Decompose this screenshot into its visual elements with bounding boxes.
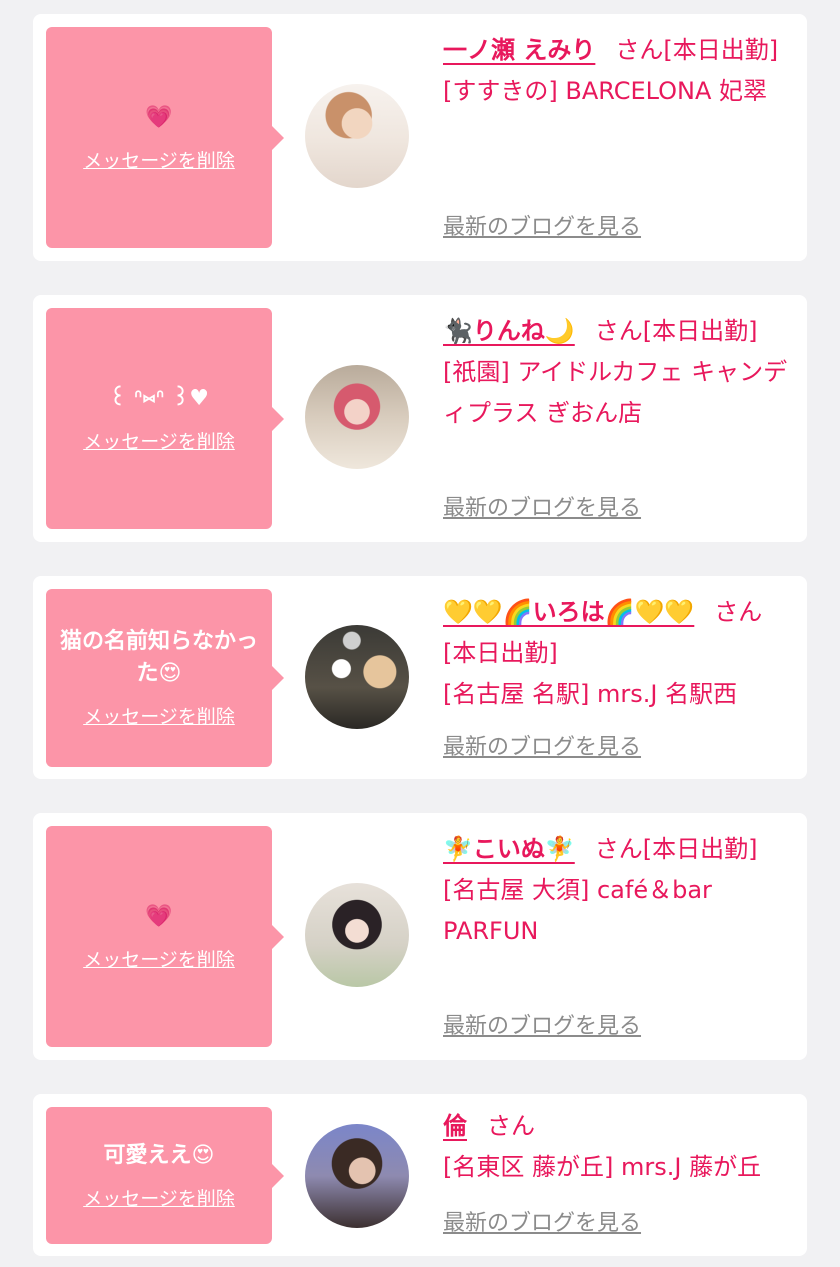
honorific: さん bbox=[714, 598, 763, 626]
message-card: 猫の名前知らなかった😍 メッセージを削除 💛💛🌈いろは🌈💛💛 さん [本日出勤] [… bbox=[33, 576, 807, 779]
latest-blog-link[interactable]: 最新のブログを見る bbox=[443, 1012, 641, 1042]
status-text: [本日出勤] bbox=[443, 639, 558, 667]
avatar[interactable] bbox=[305, 365, 409, 469]
message-card: 💗 メッセージを削除 一ノ瀬 えみり さん[本日出勤] [すすきの] BARCEL… bbox=[33, 14, 807, 261]
message-bubble: 猫の名前知らなかった😍 メッセージを削除 bbox=[46, 589, 284, 767]
message-text: 💗 bbox=[145, 104, 173, 130]
shop-text: [すすきの] BARCELONA 妃翠 bbox=[443, 77, 768, 105]
honorific: さん bbox=[615, 36, 664, 64]
status-text: [本日出勤] bbox=[642, 317, 758, 345]
latest-blog-link[interactable]: 最新のブログを見る bbox=[443, 733, 641, 763]
avatar[interactable] bbox=[305, 84, 409, 188]
profile-info: 一ノ瀬 えみり さん[本日出勤] [すすきの] BARCELONA 妃翠 bbox=[443, 30, 793, 112]
message-text: 💗 bbox=[145, 903, 173, 929]
avatar[interactable] bbox=[305, 883, 409, 987]
message-bubble: 可愛ええ😍 メッセージを削除 bbox=[46, 1107, 284, 1244]
honorific: さん bbox=[594, 317, 643, 345]
girl-name-link[interactable]: 🐈‍⬛りんね🌙 bbox=[443, 317, 575, 345]
status-text: [本日出勤] bbox=[663, 36, 779, 64]
profile-info: 🧚こいぬ🧚 さん[本日出勤] [名古屋 大須] café＆bar PARFUN bbox=[443, 829, 793, 952]
delete-message-link[interactable]: メッセージを削除 bbox=[83, 429, 235, 455]
message-bubble: 💗 メッセージを削除 bbox=[46, 826, 284, 1047]
shop-text: [祇園] アイドルカフェ キャンディプラス ぎおん店 bbox=[443, 358, 788, 427]
honorific: さん bbox=[594, 835, 643, 863]
honorific: さん bbox=[487, 1112, 535, 1140]
delete-message-link[interactable]: メッセージを削除 bbox=[83, 947, 235, 973]
message-card: 可愛ええ😍 メッセージを削除 倫さん [名東区 藤が丘] mrs.J 藤が丘 最… bbox=[33, 1094, 807, 1256]
girl-name-link[interactable]: 💛💛🌈いろは🌈💛💛 bbox=[443, 598, 694, 626]
profile-info: 💛💛🌈いろは🌈💛💛 さん [本日出勤] [名古屋 名駅] mrs.J 名駅西 bbox=[443, 592, 793, 715]
latest-blog-link[interactable]: 最新のブログを見る bbox=[443, 213, 641, 243]
shop-text: [名古屋 大須] café＆bar PARFUN bbox=[443, 876, 712, 945]
latest-blog-link[interactable]: 最新のブログを見る bbox=[443, 1209, 641, 1239]
profile-info: 倫さん [名東区 藤が丘] mrs.J 藤が丘 bbox=[443, 1106, 793, 1188]
latest-blog-link[interactable]: 最新のブログを見る bbox=[443, 494, 641, 524]
shop-text: [名古屋 名駅] mrs.J 名駅西 bbox=[443, 680, 738, 708]
delete-message-link[interactable]: メッセージを削除 bbox=[83, 148, 235, 174]
girl-name-link[interactable]: 倫 bbox=[443, 1112, 467, 1140]
delete-message-link[interactable]: メッセージを削除 bbox=[83, 1186, 235, 1212]
message-card: ꒰ ᐢ⑅ᐢ ꒱♥ メッセージを削除 🐈‍⬛りんね🌙 さん[本日出勤] [祇園] ア… bbox=[33, 295, 807, 542]
message-text: ꒰ ᐢ⑅ᐢ ꒱♥ bbox=[109, 385, 209, 411]
message-bubble: ꒰ ᐢ⑅ᐢ ꒱♥ メッセージを削除 bbox=[46, 308, 284, 529]
girl-name-link[interactable]: 🧚こいぬ🧚 bbox=[443, 835, 575, 863]
delete-message-link[interactable]: メッセージを削除 bbox=[83, 704, 235, 730]
message-text: 可愛ええ😍 bbox=[103, 1142, 215, 1168]
shop-text: [名東区 藤が丘] mrs.J 藤が丘 bbox=[443, 1153, 762, 1181]
avatar[interactable] bbox=[305, 625, 409, 729]
message-text: 猫の名前知らなかった😍 bbox=[59, 629, 258, 686]
girl-name-link[interactable]: 一ノ瀬 えみり bbox=[443, 36, 595, 64]
message-bubble: 💗 メッセージを削除 bbox=[46, 27, 284, 248]
message-card: 💗 メッセージを削除 🧚こいぬ🧚 さん[本日出勤] [名古屋 大須] café＆b… bbox=[33, 813, 807, 1060]
avatar[interactable] bbox=[305, 1124, 409, 1228]
profile-info: 🐈‍⬛りんね🌙 さん[本日出勤] [祇園] アイドルカフェ キャンディプラス ぎお… bbox=[443, 311, 793, 434]
status-text: [本日出勤] bbox=[642, 835, 758, 863]
